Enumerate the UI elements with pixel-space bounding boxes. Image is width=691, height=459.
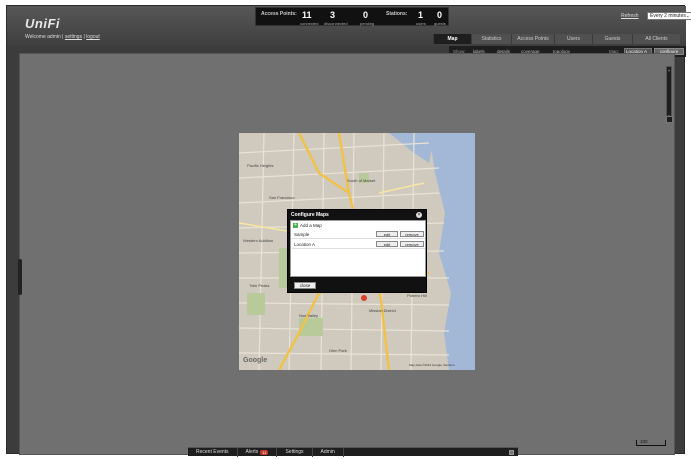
- connected-label: connected: [300, 21, 319, 26]
- footer-bar: Recent Events Alerts 11 Settings Admin: [188, 447, 518, 457]
- map-name: Sample: [294, 232, 310, 237]
- close-icon[interactable]: ×: [416, 212, 422, 218]
- tab-access-points[interactable]: Access Points: [511, 34, 554, 44]
- map-credit: Map data ©2013 Google, Sanborn: [409, 363, 455, 367]
- tab-statistics[interactable]: Statistics: [471, 34, 511, 44]
- tab-admin[interactable]: Admin: [313, 448, 344, 457]
- plus-icon: +: [293, 222, 298, 228]
- map-scale: 100: [636, 439, 666, 446]
- main-tabs: Map Statistics Access Points Users Guest…: [433, 34, 680, 44]
- list-item: Location A edit remove: [292, 240, 425, 249]
- dialog-title: Configure Maps: [291, 212, 329, 218]
- add-map-button[interactable]: + Add a Map: [293, 222, 322, 229]
- tab-map[interactable]: Map: [433, 34, 471, 44]
- map-label-mission-district: Mission District: [369, 308, 396, 313]
- map-label-south-of-market: South of Market: [347, 178, 376, 183]
- zoom-slider[interactable]: + −: [666, 66, 672, 120]
- remove-map-button[interactable]: remove: [400, 241, 424, 247]
- tab-guests[interactable]: Guests: [592, 34, 632, 44]
- maps-list: + Add a Map Sample edit remove Location …: [290, 220, 426, 277]
- tab-recent-events[interactable]: Recent Events: [188, 448, 238, 457]
- stations-label: Stations:: [386, 11, 408, 17]
- guests-count: 0: [437, 10, 443, 20]
- app-window: UniFi Welcome admin | settings | logout …: [6, 5, 691, 457]
- unifi-logo: UniFi: [25, 16, 60, 31]
- map-label-san-francisco: San Francisco: [269, 195, 295, 200]
- chevron-down-icon: ⌄: [685, 13, 690, 19]
- tab-users[interactable]: Users: [554, 34, 592, 44]
- guests-label: guests: [434, 21, 446, 26]
- alerts-label: Alerts: [245, 449, 259, 455]
- tab-alerts[interactable]: Alerts 11: [238, 448, 278, 457]
- access-points-label: Access Points:: [261, 11, 297, 17]
- refresh-label: Refresh: [621, 13, 639, 19]
- disconnected-label: disconnected: [324, 21, 348, 26]
- map-label-glen-park: Glen Park: [329, 348, 347, 353]
- users-count: 1: [418, 10, 424, 20]
- map-name: Location A: [294, 242, 316, 247]
- disconnected-count: 3: [330, 10, 336, 20]
- recent-events-label: Recent Events: [196, 449, 229, 455]
- configure-maps-dialog: Configure Maps × + Add a Map Sample edit…: [287, 209, 427, 293]
- google-logo: Google: [243, 357, 268, 364]
- map-label-twin-peaks: Twin Peaks: [249, 283, 270, 288]
- edit-map-button[interactable]: edit: [376, 241, 398, 247]
- tab-all-clients[interactable]: All Clients: [632, 34, 680, 44]
- welcome-text: Welcome admin | settings | logout: [25, 34, 100, 40]
- map-canvas[interactable]: San Francisco South of Market Pacific He…: [18, 53, 675, 455]
- stats-panel: Access Points: 11 connected 3 disconnect…: [255, 7, 449, 26]
- edit-map-button[interactable]: edit: [376, 231, 398, 237]
- map-image[interactable]: San Francisco South of Market Pacific He…: [239, 133, 475, 370]
- expand-icon[interactable]: [509, 450, 514, 455]
- map-label-pacific-heights: Pacific Heights: [247, 163, 274, 168]
- welcome-label: Welcome admin: [25, 34, 61, 40]
- zoom-in-icon[interactable]: +: [667, 68, 671, 73]
- remove-map-button[interactable]: remove: [400, 231, 424, 237]
- map-label-western-addition: Western Addition: [243, 238, 274, 243]
- settings-link[interactable]: settings: [65, 34, 82, 40]
- close-button[interactable]: close: [294, 282, 316, 289]
- connected-count: 11: [302, 10, 312, 20]
- admin-label: Admin: [320, 449, 335, 455]
- pending-label: pending: [360, 21, 375, 26]
- pencil-icon[interactable]: [666, 116, 673, 123]
- refresh-interval-value: Every 2 minutes: [650, 13, 686, 19]
- settings-label: Settings: [285, 449, 304, 455]
- map-label-noe-valley: Noe Valley: [299, 313, 319, 318]
- list-item: Sample edit remove: [292, 230, 425, 239]
- top-bar: UniFi Welcome admin | settings | logout …: [7, 6, 691, 46]
- side-panel-handle[interactable]: [18, 259, 22, 295]
- alerts-count-badge: 11: [260, 450, 269, 455]
- pending-count: 0: [363, 10, 369, 20]
- map-label-potrero-hill: Potrero Hill: [407, 293, 427, 298]
- users-label: users: [416, 21, 426, 26]
- tab-settings[interactable]: Settings: [277, 448, 313, 457]
- add-map-label: Add a Map: [300, 223, 322, 228]
- logout-link[interactable]: logout: [86, 34, 100, 40]
- scale-label: 100: [640, 439, 648, 444]
- refresh-interval-select[interactable]: Every 2 minutes ⌄: [647, 12, 691, 20]
